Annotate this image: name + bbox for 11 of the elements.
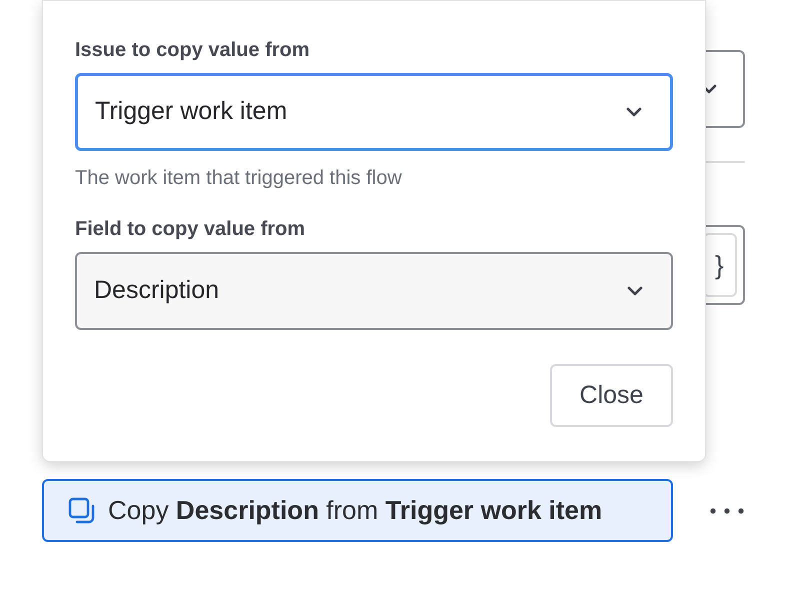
help-text: The work item that triggered this flow xyxy=(75,166,403,190)
field-label: Field to copy value from xyxy=(75,217,306,241)
dropdown-select[interactable]: Trigger work item xyxy=(75,73,673,151)
close-button[interactable]: Close xyxy=(550,364,673,427)
ellipsis-icon xyxy=(710,508,744,514)
chevron-down-icon xyxy=(627,286,643,296)
dropdown-select[interactable]: Description xyxy=(75,252,673,330)
copy-icon xyxy=(68,496,96,524)
field-label: Issue to copy value from xyxy=(75,38,311,62)
copy-action-button[interactable]: Copy Description from Trigger work item xyxy=(42,479,673,542)
chevron-down-icon xyxy=(626,107,642,117)
